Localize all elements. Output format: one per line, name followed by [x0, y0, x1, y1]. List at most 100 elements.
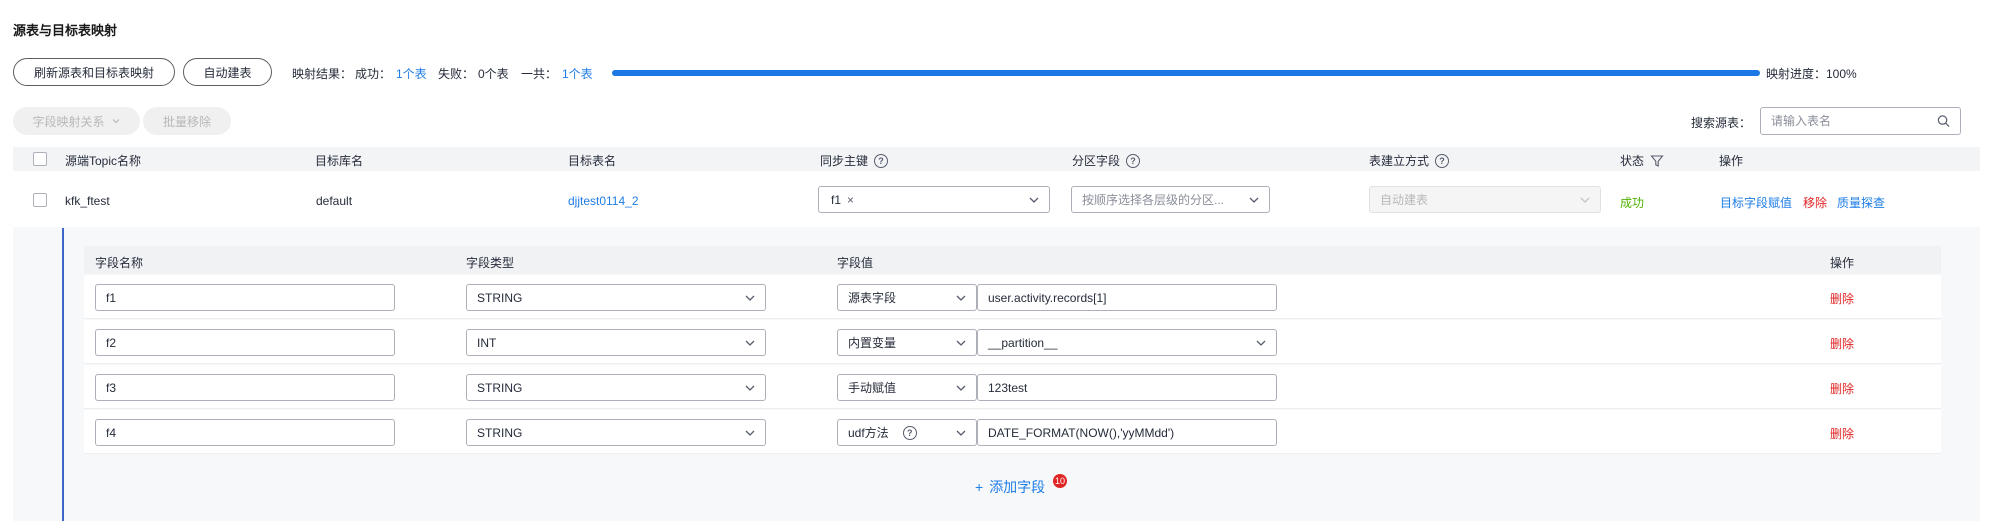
- th-sync-pk: 同步主键 ?: [820, 152, 889, 169]
- chevron-down-icon: [1249, 197, 1259, 203]
- remove-link[interactable]: 移除: [1803, 194, 1827, 211]
- th-target-table: 目标表名: [568, 154, 617, 168]
- target-db-cell: default: [316, 194, 353, 208]
- field-row: f2 INT 内置变量 __partition__ 删除: [84, 320, 1941, 364]
- refresh-mapping-button[interactable]: 刷新源表和目标表映射: [13, 58, 175, 86]
- chevron-down-icon: [1580, 197, 1590, 203]
- th-source-topic: 源端Topic名称: [65, 154, 142, 168]
- status-badge: 成功: [1620, 196, 1645, 210]
- th-target-db: 目标库名: [315, 154, 364, 168]
- filter-icon[interactable]: [1650, 154, 1664, 168]
- th-ops: 操作: [1719, 154, 1744, 168]
- total-label: 一共：: [521, 67, 558, 81]
- close-icon[interactable]: ×: [847, 193, 854, 207]
- auto-create-table-label: 自动建表: [203, 65, 252, 80]
- help-icon[interactable]: ?: [902, 425, 917, 440]
- field-type-value: STRING: [477, 425, 523, 440]
- success-label: 成功：: [355, 67, 392, 81]
- search-source-field[interactable]: [1760, 107, 1961, 135]
- fail-count: 0个表: [478, 67, 509, 81]
- quality-check-link[interactable]: 质量探查: [1837, 194, 1885, 211]
- success-count-link[interactable]: 1个表: [396, 65, 427, 82]
- th-field-ops: 操作: [1830, 256, 1855, 270]
- partition-select[interactable]: 按顺序选择各层级的分区...: [1071, 186, 1270, 213]
- add-field-label: 添加字段: [989, 479, 1046, 495]
- field-value-input[interactable]: 123test: [977, 374, 1277, 401]
- field-name-input[interactable]: f4: [95, 419, 395, 446]
- field-mapping-button[interactable]: 字段映射关系: [13, 107, 140, 135]
- chevron-down-icon: [745, 340, 755, 346]
- sync-pk-select[interactable]: f1 ×: [818, 186, 1050, 213]
- delete-field-link[interactable]: 删除: [1830, 380, 1854, 397]
- refresh-mapping-label: 刷新源表和目标表映射: [33, 65, 154, 80]
- field-type-value: STRING: [477, 380, 523, 395]
- chevron-down-icon: [112, 119, 119, 124]
- auto-create-table-button[interactable]: 自动建表: [183, 58, 272, 86]
- chevron-down-icon: [745, 430, 755, 436]
- delete-field-link[interactable]: 删除: [1830, 335, 1854, 352]
- mapping-progress-fill: [612, 70, 1760, 76]
- field-count-badge: 10: [1053, 474, 1068, 488]
- source-topic-cell: kfk_ftest: [65, 194, 110, 208]
- total-count-link[interactable]: 1个表: [562, 65, 593, 82]
- batch-remove-button[interactable]: 批量移除: [143, 107, 231, 135]
- chevron-down-icon: [956, 340, 966, 346]
- row-checkbox[interactable]: [33, 193, 47, 207]
- create-mode-value: 自动建表: [1380, 193, 1429, 207]
- value-type-select[interactable]: 手动赋值: [837, 374, 977, 401]
- value-type-value: 手动赋值: [848, 381, 897, 395]
- mapping-progress-bar: [612, 70, 1760, 76]
- help-icon[interactable]: ?: [1126, 153, 1141, 168]
- field-name-input[interactable]: f3: [95, 374, 395, 401]
- value-type-value: udf方法: [848, 426, 889, 440]
- partition-placeholder: 按顺序选择各层级的分区...: [1082, 193, 1225, 207]
- field-type-select[interactable]: STRING: [466, 419, 766, 446]
- th-create-mode: 表建立方式 ?: [1369, 152, 1450, 169]
- chevron-down-icon: [956, 385, 966, 391]
- mapping-result-label: 映射结果：: [292, 67, 353, 81]
- chevron-down-icon: [956, 295, 966, 301]
- builtin-variable-select[interactable]: __partition__: [977, 329, 1277, 356]
- help-icon[interactable]: ?: [1435, 153, 1450, 168]
- value-type-value: 内置变量: [848, 336, 897, 350]
- search-source-input[interactable]: [1771, 114, 1938, 128]
- select-all-checkbox[interactable]: [33, 152, 47, 166]
- th-partition: 分区字段 ?: [1072, 152, 1141, 169]
- help-icon[interactable]: ?: [874, 153, 889, 168]
- batch-remove-label: 批量移除: [162, 114, 211, 129]
- field-type-select[interactable]: STRING: [466, 284, 766, 311]
- field-type-select[interactable]: STRING: [466, 374, 766, 401]
- builtin-variable-value: __partition__: [988, 335, 1058, 350]
- value-type-select[interactable]: 内置变量: [837, 329, 977, 356]
- field-type-value: STRING: [477, 290, 523, 305]
- panel-accent-bar: [62, 228, 64, 521]
- field-type-select[interactable]: INT: [466, 329, 766, 356]
- field-table-header: 字段名称 字段类型 字段值 操作: [84, 246, 1941, 274]
- search-source-label: 搜索源表：: [1691, 116, 1752, 130]
- mapping-progress-label: 映射进度：100%: [1766, 67, 1857, 81]
- search-icon[interactable]: [1937, 114, 1950, 128]
- delete-field-link[interactable]: 删除: [1830, 290, 1854, 307]
- delete-field-link[interactable]: 删除: [1830, 425, 1854, 442]
- field-name-input[interactable]: f1: [95, 284, 395, 311]
- field-name-input[interactable]: f2: [95, 329, 395, 356]
- value-type-select[interactable]: 源表字段: [837, 284, 977, 311]
- field-mapping-label: 字段映射关系: [32, 114, 105, 129]
- create-mode-select: 自动建表: [1369, 186, 1601, 213]
- field-value-input[interactable]: DATE_FORMAT(NOW(),'yyMMdd'): [977, 419, 1277, 446]
- mapping-table-header: 源端Topic名称 目标库名 目标表名 同步主键 ? 分区字段 ? 表建立方式 …: [13, 147, 1980, 171]
- field-row: f4 STRING udf方法 ? DATE_FORMAT(NOW(),'yyM…: [84, 410, 1941, 454]
- th-field-type: 字段类型: [466, 256, 515, 270]
- fail-label: 失败：: [438, 67, 475, 81]
- add-field-button[interactable]: + 添加字段: [975, 477, 1045, 497]
- field-row: f3 STRING 手动赋值 123test 删除: [84, 365, 1941, 409]
- chevron-down-icon: [745, 295, 755, 301]
- target-table-link[interactable]: djjtest0114_2: [568, 194, 639, 208]
- th-field-value: 字段值: [837, 256, 874, 270]
- chevron-down-icon: [1256, 340, 1266, 346]
- th-field-name: 字段名称: [95, 256, 144, 270]
- value-type-select[interactable]: udf方法 ?: [837, 419, 977, 446]
- field-value-input[interactable]: user.activity.records[1]: [977, 284, 1277, 311]
- th-status: 状态: [1620, 152, 1664, 169]
- assign-target-field-link[interactable]: 目标字段赋值: [1720, 194, 1792, 211]
